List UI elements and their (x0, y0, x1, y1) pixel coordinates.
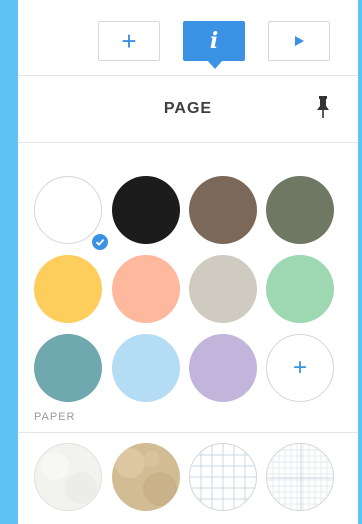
paper-option-fine-grid[interactable] (266, 443, 334, 511)
pin-icon[interactable] (316, 96, 330, 118)
info-icon: i (209, 28, 219, 54)
info-button[interactable]: i (183, 21, 245, 69)
color-swatch-olive[interactable] (266, 176, 334, 244)
paper-section-label: PAPER (34, 411, 76, 423)
color-swatch-teal[interactable] (34, 334, 102, 402)
divider (18, 432, 358, 433)
panel-header: PAGE (18, 76, 358, 142)
plain-texture (41, 452, 97, 504)
divider (18, 142, 358, 143)
fine-grid-texture (267, 444, 333, 510)
kraft-texture (115, 448, 177, 506)
color-swatch-light-blue[interactable] (112, 334, 180, 402)
toolbar: + i (18, 0, 358, 75)
check-icon (90, 232, 110, 252)
color-swatch-lavender[interactable] (189, 334, 257, 402)
color-swatch-brown[interactable] (189, 176, 257, 244)
color-swatch-stone[interactable] (189, 255, 257, 323)
paper-option-kraft[interactable] (112, 443, 180, 511)
play-icon (295, 36, 304, 46)
color-swatch-mint[interactable] (266, 255, 334, 323)
add-button[interactable]: + (98, 21, 160, 61)
active-caret (207, 60, 223, 69)
page-title: PAGE (163, 100, 213, 117)
page-panel: + i PAGE + PAPER (18, 0, 358, 524)
paper-option-grid[interactable] (189, 443, 257, 511)
add-color-button[interactable]: + (266, 334, 334, 402)
paper-option-plain[interactable] (34, 443, 102, 511)
plus-icon: + (292, 354, 307, 381)
play-button[interactable] (268, 21, 330, 61)
color-swatch-yellow[interactable] (34, 255, 102, 323)
color-swatch-white[interactable] (34, 176, 110, 252)
grid-texture (190, 444, 256, 510)
color-swatch-black[interactable] (112, 176, 180, 244)
plus-icon: + (121, 26, 137, 56)
color-swatch-peach[interactable] (112, 255, 180, 323)
